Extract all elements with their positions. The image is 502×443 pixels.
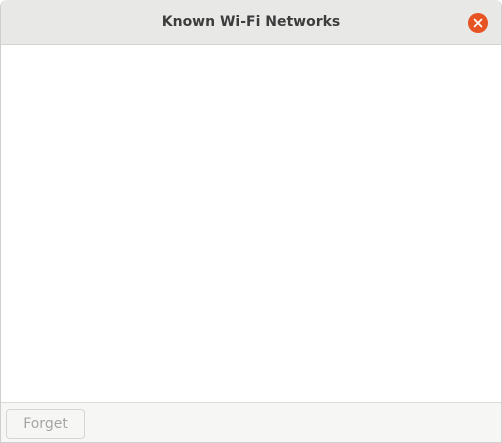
forget-button[interactable]: Forget	[6, 409, 85, 439]
known-wifi-networks-dialog: Known Wi-Fi Networks Forget	[0, 0, 502, 443]
window-title: Known Wi-Fi Networks	[161, 14, 341, 30]
close-button[interactable]	[468, 13, 488, 33]
close-icon	[473, 18, 483, 28]
dialog-footer: Forget	[1, 402, 501, 442]
networks-list	[1, 45, 501, 402]
titlebar: Known Wi-Fi Networks	[1, 0, 501, 45]
